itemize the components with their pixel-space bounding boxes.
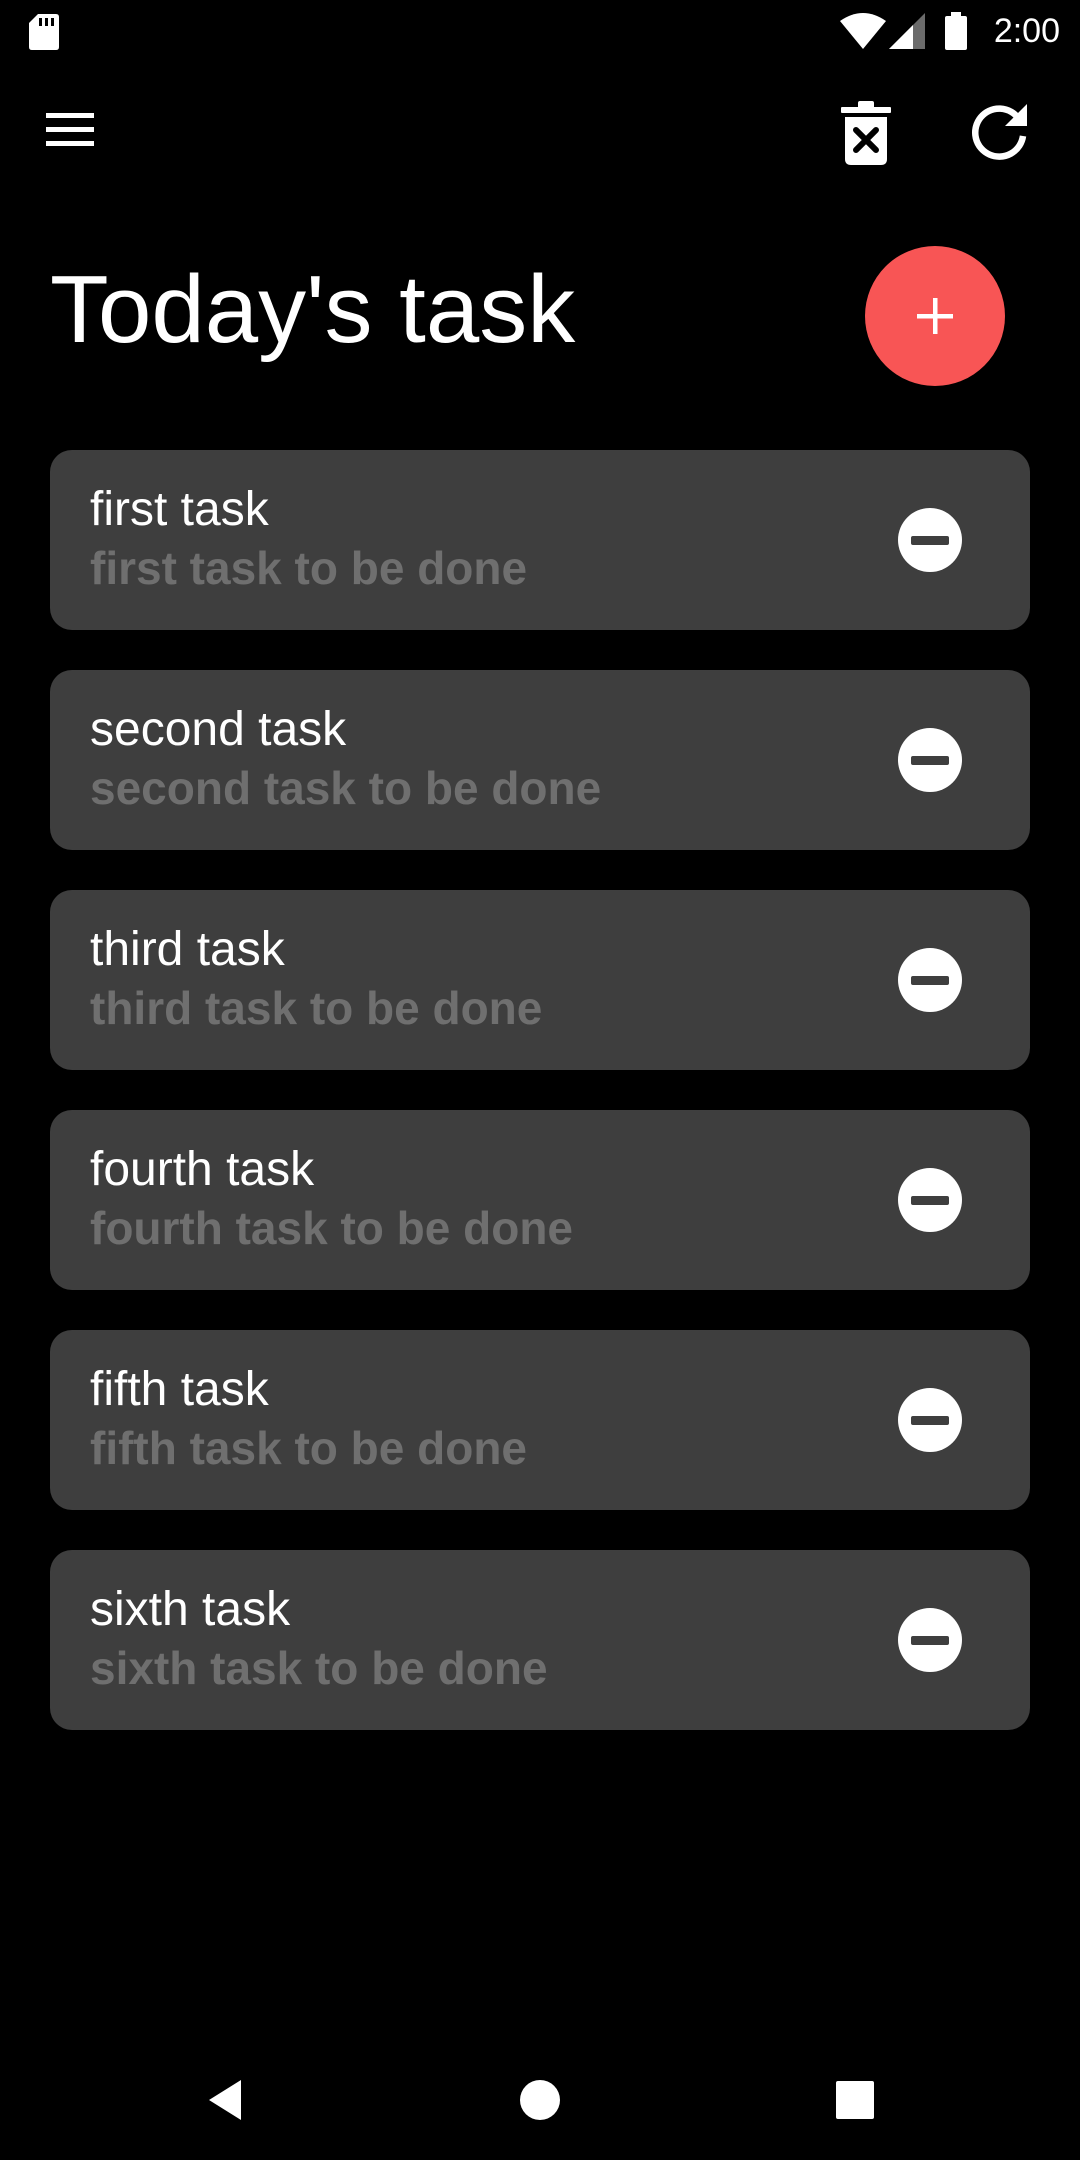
remove-task-button[interactable]: [898, 728, 962, 792]
wifi-icon: [840, 13, 886, 49]
task-description: first task to be done: [90, 542, 528, 594]
plus-icon: [917, 298, 953, 334]
recents-button[interactable]: [815, 2060, 895, 2140]
task-description: fifth task to be done: [90, 1422, 527, 1474]
task-card[interactable]: fourth task fourth task to be done: [50, 1110, 1030, 1290]
task-title: fourth task: [90, 1143, 315, 1196]
status-time: 2:00: [993, 12, 1060, 50]
refresh-icon: [972, 104, 1027, 160]
delete-all-button[interactable]: [830, 92, 902, 172]
page-title: Today's task: [50, 256, 576, 363]
trash-x-icon: [841, 101, 891, 165]
task-title: fifth task: [90, 1363, 269, 1416]
remove-task-button[interactable]: [898, 508, 962, 572]
menu-button[interactable]: [35, 100, 105, 160]
remove-task-button[interactable]: [898, 1608, 962, 1672]
hamburger-menu-icon: [46, 113, 94, 146]
task-title: second task: [90, 703, 347, 756]
task-title: third task: [90, 923, 285, 976]
remove-task-button[interactable]: [898, 948, 962, 1012]
battery-icon: [945, 12, 967, 50]
remove-task-button[interactable]: [898, 1168, 962, 1232]
task-description: third task to be done: [90, 982, 543, 1034]
add-task-button[interactable]: [865, 246, 1005, 386]
task-title: first task: [90, 483, 269, 536]
task-card[interactable]: first task first task to be done: [50, 450, 1030, 630]
remove-task-button[interactable]: [898, 1388, 962, 1452]
task-card[interactable]: fifth task fifth task to be done: [50, 1330, 1030, 1510]
task-title: sixth task: [90, 1583, 291, 1636]
task-card[interactable]: sixth task sixth task to be done: [50, 1550, 1030, 1730]
minus-icon: [911, 755, 949, 765]
back-button[interactable]: [185, 2060, 265, 2140]
signal-icon: [889, 13, 925, 49]
navigation-bar: [0, 2040, 1080, 2160]
task-list: first task first task to be done second …: [50, 450, 1030, 1770]
minus-icon: [911, 1635, 949, 1645]
minus-icon: [911, 535, 949, 545]
home-icon: [520, 2080, 560, 2120]
minus-icon: [911, 1415, 949, 1425]
task-description: sixth task to be done: [90, 1642, 548, 1694]
home-button[interactable]: [500, 2060, 580, 2140]
task-card[interactable]: third task third task to be done: [50, 890, 1030, 1070]
minus-icon: [911, 975, 949, 985]
task-description: fourth task to be done: [90, 1202, 573, 1254]
status-bar: 2:00: [0, 0, 1080, 63]
minus-icon: [911, 1195, 949, 1205]
recents-icon: [836, 2081, 874, 2119]
task-card[interactable]: second task second task to be done: [50, 670, 1030, 850]
task-description: second task to be done: [90, 762, 602, 814]
back-icon: [209, 2080, 241, 2120]
sd-card-icon: [29, 14, 59, 50]
refresh-button[interactable]: [960, 92, 1038, 172]
